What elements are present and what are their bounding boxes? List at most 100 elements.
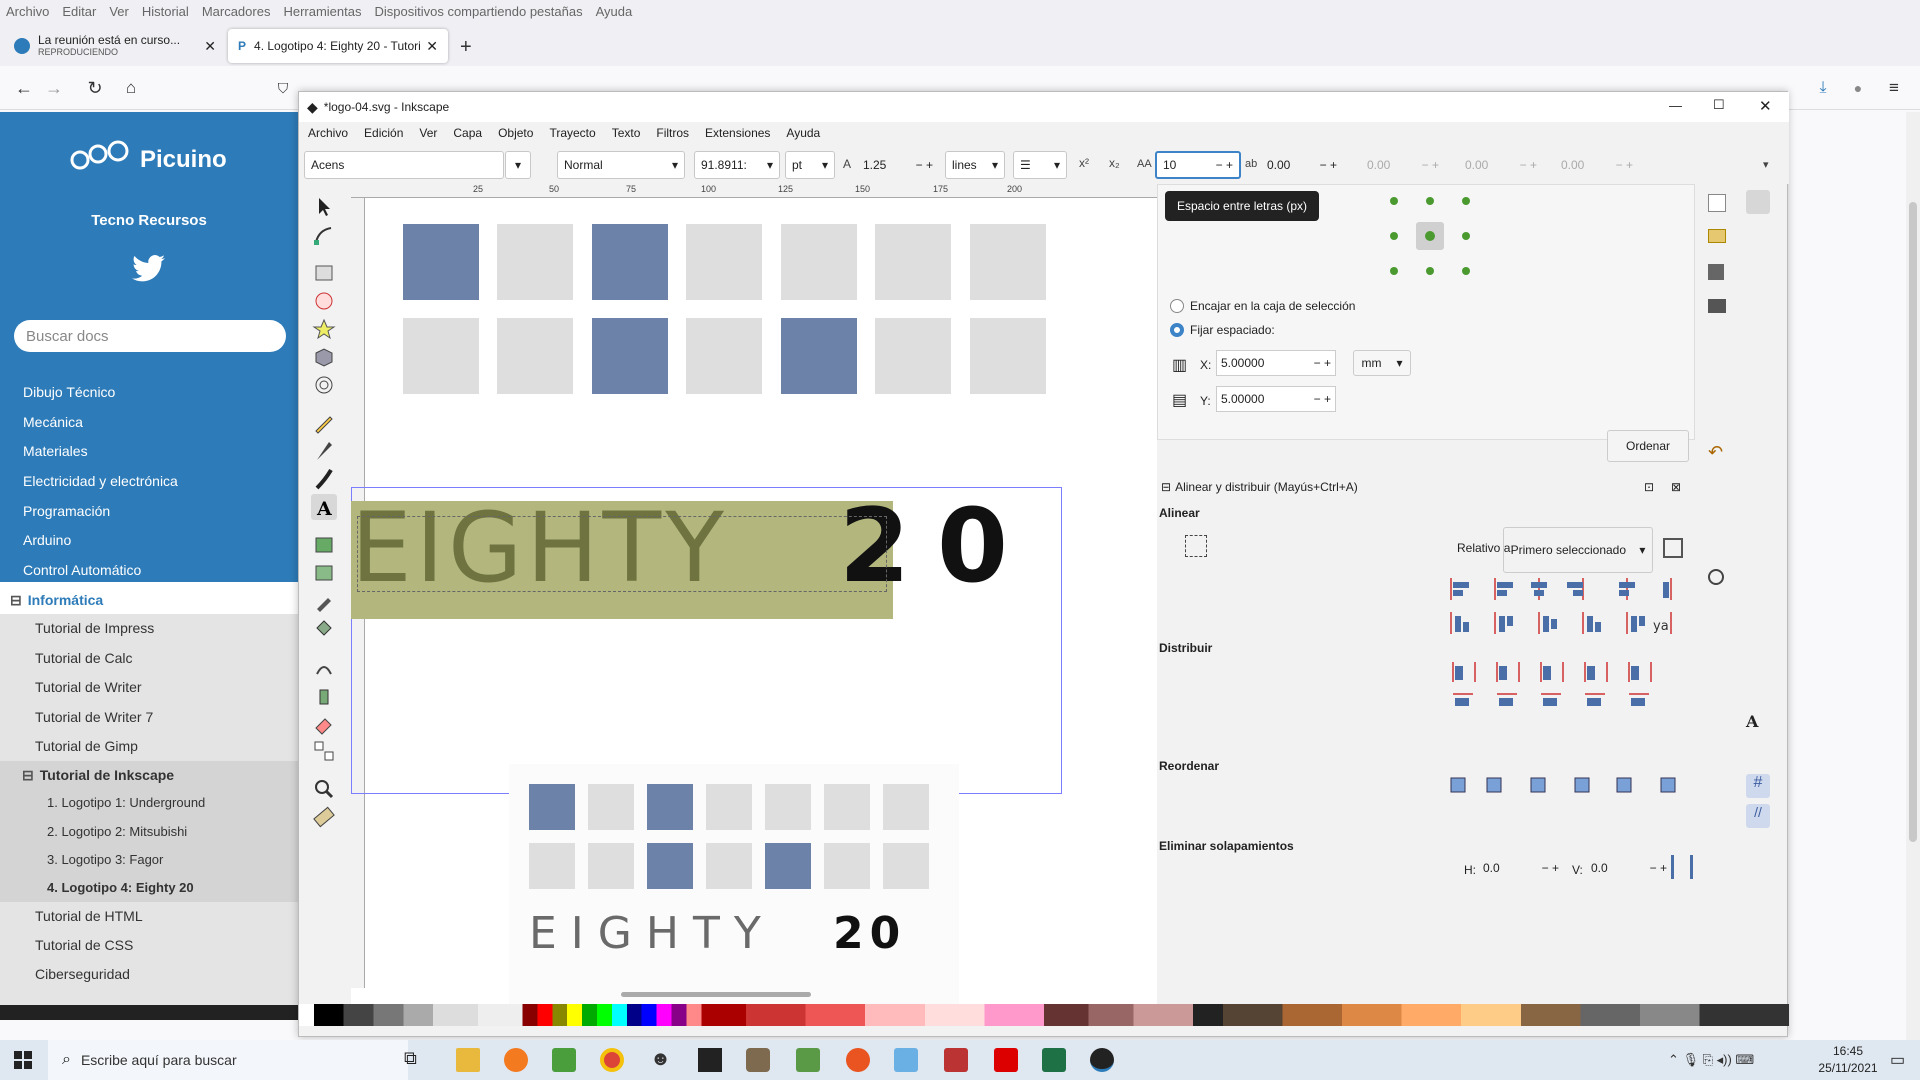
save-icon[interactable] <box>1708 264 1724 280</box>
spray-tool-icon[interactable] <box>311 682 337 708</box>
kern-x-input[interactable]: 0.00− + <box>1361 151 1445 179</box>
order-button[interactable]: Ordenar <box>1607 430 1689 462</box>
h-input[interactable]: 0.0− + <box>1479 855 1559 881</box>
anchor-grid[interactable] <box>1382 191 1472 281</box>
tab-meeting[interactable]: La reunión está en curso... REPRODUCIEND… <box>4 29 226 63</box>
menu-ayuda[interactable]: Ayuda <box>596 4 633 19</box>
print-icon[interactable] <box>1708 299 1726 313</box>
font-style-select[interactable]: Normal ▾ <box>557 151 685 179</box>
reorder-buttons[interactable] <box>1447 772 1687 802</box>
nav-css[interactable]: Tutorial de CSS <box>0 931 298 959</box>
ink-menu-filtros[interactable]: Filtros <box>656 126 689 140</box>
nav-ciberseguridad[interactable]: Ciberseguridad <box>0 960 298 988</box>
collapse-icon[interactable]: ⊟ <box>22 767 34 784</box>
menu-editar[interactable]: Editar <box>62 4 96 19</box>
distribute-buttons[interactable] <box>1447 658 1687 718</box>
node-tool-icon[interactable] <box>311 222 337 248</box>
excel-icon[interactable] <box>1042 1048 1066 1072</box>
download-icon[interactable]: ⤓ <box>1811 76 1835 100</box>
task-view-icon[interactable]: ⧉ <box>404 1048 428 1072</box>
rectangle-tool-icon[interactable] <box>311 260 337 286</box>
text-font-icon[interactable]: A <box>1746 712 1758 731</box>
spiral-tool-icon[interactable] <box>311 372 337 398</box>
tab-tutorial[interactable]: P 4. Logotipo 4: Eighty 20 - Tutori ✕ <box>228 29 448 63</box>
y-spacing-input[interactable]: 5.00000− + <box>1216 386 1336 412</box>
reload-icon[interactable]: ↻ <box>83 76 107 100</box>
subscript-icon[interactable]: x₂ <box>1109 156 1120 170</box>
unit-select[interactable]: mm ▾ <box>1353 350 1411 376</box>
search-input[interactable]: Buscar docs <box>14 320 286 352</box>
kern-y-input[interactable]: 0.00− + <box>1459 151 1543 179</box>
menu-herramientas[interactable]: Herramientas <box>283 4 361 19</box>
v-input[interactable]: 0.0− + <box>1587 855 1667 881</box>
nav-inkscape[interactable]: ⊟ Tutorial de Inkscape <box>0 761 298 789</box>
close-icon[interactable]: ✕ <box>1759 97 1772 115</box>
menu-historial[interactable]: Historial <box>142 4 189 19</box>
text-tool-icon[interactable]: A <box>311 494 337 520</box>
relative-select[interactable]: Primero seleccionado ▾ <box>1503 527 1653 573</box>
taskbar-search[interactable]: ⌕ Escribe aquí para buscar <box>48 1040 408 1080</box>
nav-gimp[interactable]: Tutorial de Gimp <box>0 732 298 760</box>
ubuntu-icon[interactable] <box>846 1048 870 1072</box>
minimize-icon[interactable]: — <box>1669 98 1682 113</box>
ink-menu-extensiones[interactable]: Extensiones <box>705 126 770 140</box>
remove-overlap-icon[interactable] <box>1671 855 1693 879</box>
canvas-hscroll[interactable] <box>621 992 811 997</box>
maximize-icon[interactable]: ☐ <box>1713 97 1725 113</box>
fit-bbox-radio[interactable]: Encajar en la caja de selección <box>1170 299 1355 313</box>
ink-menu-edicion[interactable]: Edición <box>364 126 403 140</box>
ink-menu-ver[interactable]: Ver <box>419 126 437 140</box>
twitter-icon[interactable] <box>132 254 166 284</box>
nav-logo2[interactable]: 2. Logotipo 2: Mitsubishi <box>0 817 298 845</box>
connector-tool-icon[interactable] <box>311 738 337 764</box>
snap-toggle-icon[interactable] <box>1746 190 1770 214</box>
fixed-spacing-radio[interactable]: Fijar espaciado: <box>1170 323 1275 337</box>
nav-mecanica[interactable]: Mecánica <box>23 414 83 430</box>
superscript-icon[interactable]: x² <box>1079 156 1089 170</box>
zoom-tool-icon[interactable] <box>311 776 337 802</box>
line-spacing-input[interactable]: 1.25− + <box>857 151 939 179</box>
ink-menu-texto[interactable]: Texto <box>612 126 641 140</box>
nav-section-informatica[interactable]: ⊟ Informática <box>0 586 298 614</box>
chevron-down-icon[interactable]: ▾ <box>1763 158 1769 171</box>
mesh-tool-icon[interactable] <box>311 560 337 586</box>
file-explorer-icon[interactable] <box>456 1048 480 1072</box>
back-icon[interactable]: ← <box>12 76 36 100</box>
new-tab-button[interactable]: + <box>460 36 472 59</box>
pencil-tool-icon[interactable] <box>311 410 337 436</box>
chrome-icon[interactable] <box>600 1048 624 1072</box>
open-icon[interactable] <box>1708 229 1726 243</box>
rotation-input[interactable]: 0.00− + <box>1555 151 1639 179</box>
nav-logo1[interactable]: 1. Logotipo 1: Underground <box>0 788 298 816</box>
color-palette[interactable] <box>299 1004 1789 1026</box>
dropper-tool-icon[interactable] <box>311 588 337 614</box>
font-family-dropdown[interactable]: ▾ <box>505 151 531 179</box>
paint-bucket-icon[interactable] <box>311 616 337 642</box>
selector-tool-icon[interactable] <box>311 194 337 220</box>
menu-marcadores[interactable]: Marcadores <box>202 4 271 19</box>
ink-menu-capa[interactable]: Capa <box>453 126 482 140</box>
extension-icon[interactable]: ● <box>1846 76 1870 100</box>
nav-logo4[interactable]: 4. Logotipo 4: Eighty 20 <box>0 873 298 901</box>
menu-ver[interactable]: Ver <box>109 4 129 19</box>
x-spacing-input[interactable]: 5.00000− + <box>1216 350 1336 376</box>
font-family-input[interactable]: Acens <box>304 151 504 179</box>
nav-logo3[interactable]: 3. Logotipo 3: Fagor <box>0 845 298 873</box>
letter-spacing-input[interactable]: 10− + <box>1155 151 1241 179</box>
pen-tool-icon[interactable] <box>311 438 337 464</box>
nav-arduino[interactable]: Arduino <box>23 532 71 548</box>
logo-work[interactable] <box>403 224 1103 514</box>
shield-icon[interactable]: ⛉ <box>271 76 295 100</box>
ink-menu-ayuda[interactable]: Ayuda <box>786 126 820 140</box>
menu-archivo[interactable]: Archivo <box>6 4 49 19</box>
treat-as-group-icon[interactable] <box>1663 538 1683 558</box>
close-icon[interactable]: ✕ <box>204 38 216 55</box>
minimize-icon[interactable]: ⊡ <box>1644 480 1654 494</box>
forward-icon[interactable]: → <box>42 76 66 100</box>
terminal-icon[interactable] <box>698 1048 722 1072</box>
font-size-input[interactable]: 91.8911: ▾ <box>694 151 780 179</box>
firefox-icon[interactable] <box>504 1048 528 1072</box>
home-icon[interactable]: ⌂ <box>119 76 143 100</box>
font-unit-select[interactable]: pt ▾ <box>785 151 835 179</box>
red-app-icon[interactable] <box>944 1048 968 1072</box>
